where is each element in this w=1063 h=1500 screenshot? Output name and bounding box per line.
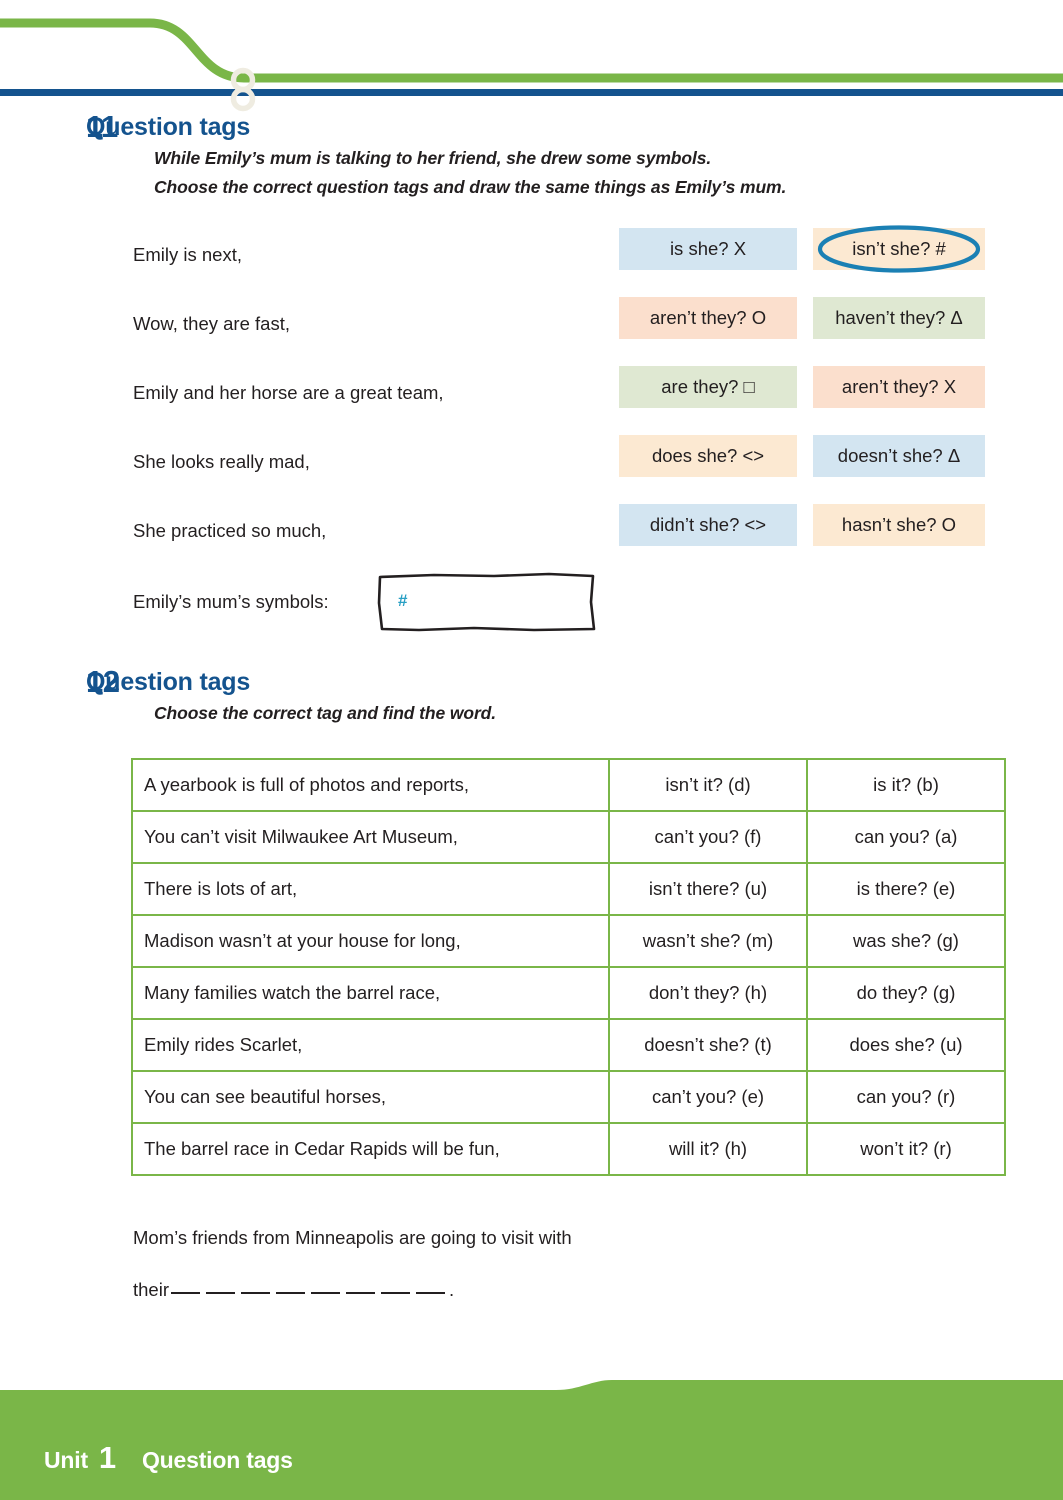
sentence-stem: She looks really mad, [133,451,310,472]
table-cell-option-b[interactable]: can you? (a) [806,810,1006,864]
tag-option-right-label: isn’t she? # [852,238,946,259]
table-cell-stem: You can’t visit Milwaukee Art Museum, [131,810,610,864]
table-cell-stem: You can see beautiful horses, [131,1070,610,1124]
table-cell-option-b[interactable]: won’t it? (r) [806,1122,1006,1176]
table-row: The barrel race in Cedar Rapids will be … [131,1122,1006,1176]
table-cell-stem: The barrel race in Cedar Rapids will be … [131,1122,610,1176]
table-cell-stem: A yearbook is full of photos and reports… [131,758,610,812]
exercise-11-instruction-line-1: While Emily’s mum is talking to her frie… [154,148,712,168]
riddle-blank[interactable] [241,1278,270,1294]
tag-option-right[interactable]: isn’t she? # [813,225,985,273]
drawn-symbol: # [398,591,408,610]
table-cell-option-b[interactable]: is it? (b) [806,758,1006,812]
table-cell-option-a[interactable]: doesn’t she? (t) [608,1018,808,1072]
tag-option-right[interactable]: hasn’t she? O [813,504,985,546]
riddle-blank-slots[interactable] [169,1279,449,1300]
exercise-12-title: Question tags [86,668,251,696]
exercise-11-number: 11 [86,109,118,144]
tag-option-left[interactable]: are they? □ [619,366,797,408]
sentence-stem: Emily is next, [133,244,242,265]
tag-option-right[interactable]: doesn’t she? Δ [813,435,985,477]
sentence-stem: Emily and her horse are a great team, [133,382,444,403]
table-row: Madison wasn’t at your house for long, w… [131,914,1006,968]
table-cell-stem: Many families watch the barrel race, [131,966,610,1020]
sentence-stem: She practiced so much, [133,520,327,541]
footer-unit-number: 1 [98,1440,116,1475]
riddle-blank[interactable] [171,1278,200,1294]
table-row: Emily rides Scarlet, doesn’t she? (t) do… [131,1018,1006,1072]
tag-row: She practiced so much, didn’t she? <> ha… [0,504,1063,573]
tag-row: Emily and her horse are a great team, ar… [0,366,1063,435]
footer-banner-shape [0,1380,1063,1500]
sentence-stem: Wow, they are fast, [133,313,290,334]
tag-option-left[interactable]: is she? X [619,228,797,270]
tag-option-left[interactable]: aren’t they? O [619,297,797,339]
table-row: You can see beautiful horses, can’t you?… [131,1070,1006,1124]
table-cell-option-a[interactable]: wasn’t she? (m) [608,914,808,968]
riddle-blank[interactable] [416,1278,445,1294]
table-cell-option-b[interactable]: was she? (g) [806,914,1006,968]
table-cell-option-a[interactable]: isn’t there? (u) [608,862,808,916]
green-curve-line [0,18,1063,83]
riddle-prefix: their [133,1279,169,1300]
table-row: There is lots of art, isn’t there? (u) i… [131,862,1006,916]
riddle-line-1: Mom’s friends from Minneapolis are going… [133,1227,572,1248]
exercise-11-heading: 11 Question tags [0,110,1063,144]
table-cell-option-a[interactable]: don’t they? (h) [608,966,808,1020]
blue-rule-line [0,89,1063,96]
table-cell-option-b[interactable]: is there? (e) [806,862,1006,916]
table-cell-option-a[interactable]: will it? (h) [608,1122,808,1176]
footer-label-group: Unit 1 Question tags [44,1440,293,1476]
tag-option-right[interactable]: aren’t they? X [813,366,985,408]
page-content: 11 Question tags While Emily’s mum is ta… [0,110,1063,1316]
exercise-11-rows: Emily is next, is she? X isn’t she? # Wo… [0,225,1063,643]
table-cell-option-a[interactable]: can’t you? (e) [608,1070,808,1124]
table-row: You can’t visit Milwaukee Art Museum, ca… [131,810,1006,864]
header-rule-graphic [0,18,1063,112]
exercise-12-instruction: Choose the correct tag and find the word… [154,703,497,723]
table-row: A yearbook is full of photos and reports… [131,758,1006,812]
riddle-period: . [449,1279,455,1300]
page-footer: Unit 1 Question tags [0,1370,1063,1500]
question-tags-table: A yearbook is full of photos and reports… [131,758,1006,1176]
footer-unit-label: Unit [44,1447,88,1473]
riddle-blank[interactable] [381,1278,410,1294]
tag-option-right[interactable]: haven’t they? Δ [813,297,985,339]
table-cell-stem: Emily rides Scarlet, [131,1018,610,1072]
tag-option-left[interactable]: does she? <> [619,435,797,477]
page-header-decoration [0,0,1063,120]
exercise-11: 11 Question tags While Emily’s mum is ta… [0,110,1063,643]
tag-option-left[interactable]: didn’t she? <> [619,504,797,546]
table-cell-stem: There is lots of art, [131,862,610,916]
exercise-12-heading: 12 Question tags [0,665,1063,699]
symbols-answer-row: Emily’s mum’s symbols: # [0,572,1063,643]
table-cell-option-a[interactable]: isn’t it? (d) [608,758,808,812]
riddle-blank[interactable] [311,1278,340,1294]
riddle-line-2: their. [133,1264,1063,1316]
hand-drawn-box-icon [377,572,596,632]
table-cell-stem: Madison wasn’t at your house for long, [131,914,610,968]
exercise-11-title: Question tags [86,113,251,141]
table-cell-option-a[interactable]: can’t you? (f) [608,810,808,864]
table-cell-option-b[interactable]: does she? (u) [806,1018,1006,1072]
symbols-label: Emily’s mum’s symbols: [133,591,329,612]
exercise-12-number: 12 [86,664,120,699]
riddle-blank[interactable] [276,1278,305,1294]
tag-row: Wow, they are fast, aren’t they? O haven… [0,297,1063,366]
tag-row: She looks really mad, does she? <> doesn… [0,435,1063,504]
table-row: Many families watch the barrel race, don… [131,966,1006,1020]
riddle-blank[interactable] [346,1278,375,1294]
tag-row: Emily is next, is she? X isn’t she? # [0,225,1063,297]
table-cell-option-b[interactable]: do they? (g) [806,966,1006,1020]
riddle-answer-area: Mom’s friends from Minneapolis are going… [133,1212,1063,1316]
table-cell-option-b[interactable]: can you? (r) [806,1070,1006,1124]
riddle-blank[interactable] [206,1278,235,1294]
symbols-answer-box[interactable]: # [374,569,600,635]
footer-topic: Question tags [141,1447,293,1473]
exercise-11-instruction-line-2: Choose the correct question tags and dra… [154,177,787,197]
exercise-12: 12 Question tags Choose the correct tag … [0,665,1063,1316]
